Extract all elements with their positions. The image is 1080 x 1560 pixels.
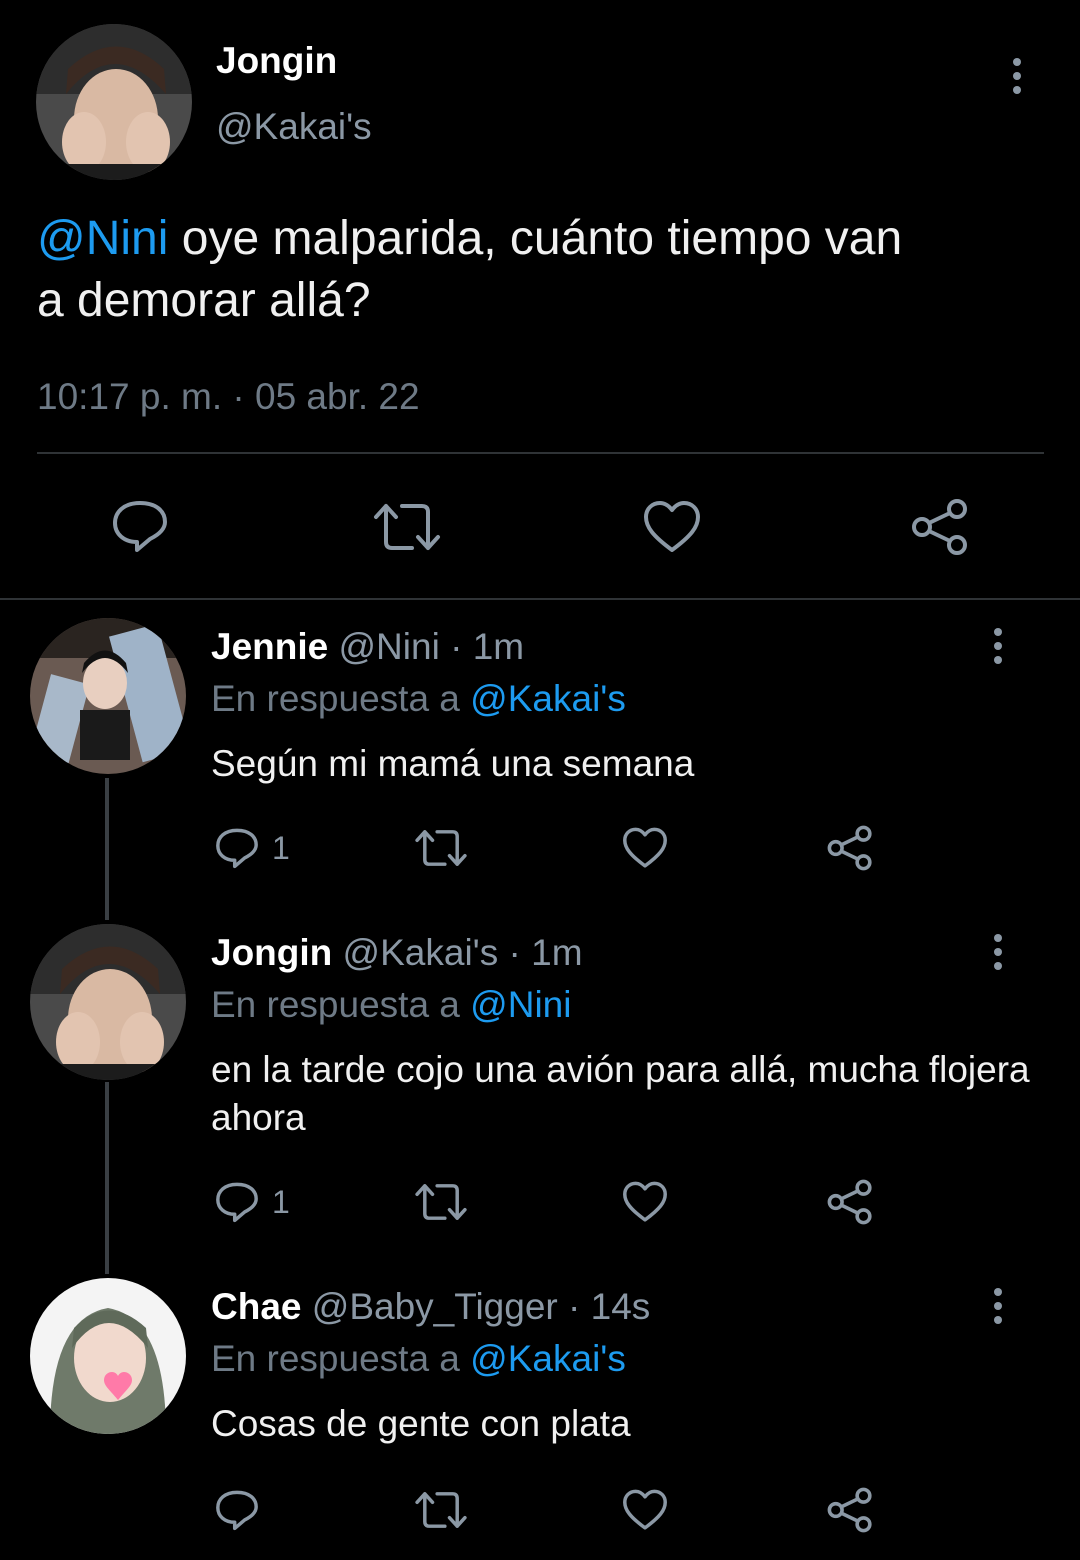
in-reply-to-label: En respuesta a [211, 1338, 471, 1379]
in-reply-to-label: En respuesta a [211, 678, 471, 719]
share-icon [827, 825, 872, 871]
share-icon [912, 499, 967, 555]
thread-connector [105, 1082, 109, 1274]
reply-button[interactable] [214, 1180, 260, 1224]
reply-icon [113, 501, 167, 552]
in-reply-to: En respuesta a @Nini [211, 984, 571, 1026]
like-button[interactable] [622, 1489, 668, 1531]
more-options-icon[interactable] [988, 1288, 1008, 1332]
reply-author-handle[interactable]: @Kakai's [343, 932, 499, 973]
more-options-icon[interactable] [988, 628, 1008, 672]
reply-button[interactable] [214, 826, 260, 870]
author-name[interactable]: Jongin [216, 40, 337, 82]
reply-count: 1 [272, 1184, 290, 1220]
share-button[interactable] [826, 825, 874, 871]
share-button[interactable] [910, 498, 970, 556]
reply-author-handle[interactable]: @Baby_Tigger [312, 1286, 558, 1327]
tweet-text-line2: a demorar allá? [37, 274, 371, 327]
divider [37, 452, 1044, 454]
in-reply-to: En respuesta a @Kakai's [211, 1338, 626, 1380]
reply-icon [216, 828, 258, 869]
reply-header: Chae @Baby_Tigger · 14s [211, 1286, 650, 1328]
author-handle[interactable]: @Kakai's [216, 106, 372, 148]
like-button[interactable] [643, 500, 701, 554]
reply-icon [216, 1490, 258, 1531]
tweet-timestamp[interactable]: 10:17 p. m. · 05 abr. 22 [37, 376, 420, 418]
in-reply-to-mention[interactable]: @Kakai's [470, 678, 626, 719]
retweet-icon [415, 1492, 467, 1528]
reply-time: · 14s [568, 1286, 651, 1327]
reply-button[interactable] [110, 498, 170, 554]
tweet-text: @Nini oye malparida, cuánto tiempo van a… [37, 208, 1047, 332]
retweet-button[interactable] [372, 502, 442, 552]
section-divider [0, 598, 1080, 600]
like-icon [623, 1181, 667, 1222]
reply-header: Jennie @Nini · 1m [211, 626, 524, 668]
reply-author-name[interactable]: Chae [211, 1286, 301, 1327]
reply-header: Jongin @Kakai's · 1m [211, 932, 583, 974]
reply-time: · 1m [450, 626, 525, 667]
reply-author-name[interactable]: Jongin [211, 932, 332, 973]
avatar-chae[interactable] [30, 1278, 186, 1434]
avatar-jongin-main[interactable] [36, 24, 192, 180]
share-button[interactable] [826, 1487, 874, 1533]
reply-text: Cosas de gente con plata [211, 1403, 631, 1444]
more-options-icon[interactable] [1007, 58, 1027, 102]
like-button[interactable] [622, 827, 668, 869]
reply-author-name[interactable]: Jennie [211, 626, 328, 667]
reply-count: 1 [272, 830, 290, 866]
reply-text: en la tarde cojo una avión para allá, mu… [211, 1049, 1030, 1138]
tweet-text-line1: oye malparida, cuánto tiempo van [168, 212, 903, 265]
reply-time: · 1m [508, 932, 583, 973]
mention-link[interactable]: @Nini [37, 212, 168, 265]
like-button[interactable] [622, 1181, 668, 1223]
like-icon [623, 827, 667, 868]
like-icon [623, 1489, 667, 1530]
avatar-jongin-reply[interactable] [30, 924, 186, 1080]
share-icon [827, 1487, 872, 1533]
reply-icon [216, 1182, 258, 1223]
retweet-button[interactable] [414, 1182, 468, 1222]
retweet-icon [374, 504, 440, 550]
share-icon [827, 1179, 872, 1225]
retweet-icon [415, 830, 467, 866]
in-reply-to-mention[interactable]: @Nini [470, 984, 571, 1025]
reply-author-handle[interactable]: @Nini [339, 626, 440, 667]
retweet-button[interactable] [414, 1490, 468, 1530]
in-reply-to-label: En respuesta a [211, 984, 471, 1025]
avatar-jennie[interactable] [30, 618, 186, 774]
share-button[interactable] [826, 1179, 874, 1225]
like-icon [644, 501, 700, 552]
in-reply-to: En respuesta a @Kakai's [211, 678, 626, 720]
retweet-button[interactable] [414, 828, 468, 868]
thread-connector [105, 778, 109, 920]
more-options-icon[interactable] [988, 934, 1008, 978]
retweet-icon [415, 1184, 467, 1220]
in-reply-to-mention[interactable]: @Kakai's [470, 1338, 626, 1379]
reply-text: Según mi mamá una semana [211, 743, 695, 784]
reply-button[interactable] [214, 1488, 260, 1532]
